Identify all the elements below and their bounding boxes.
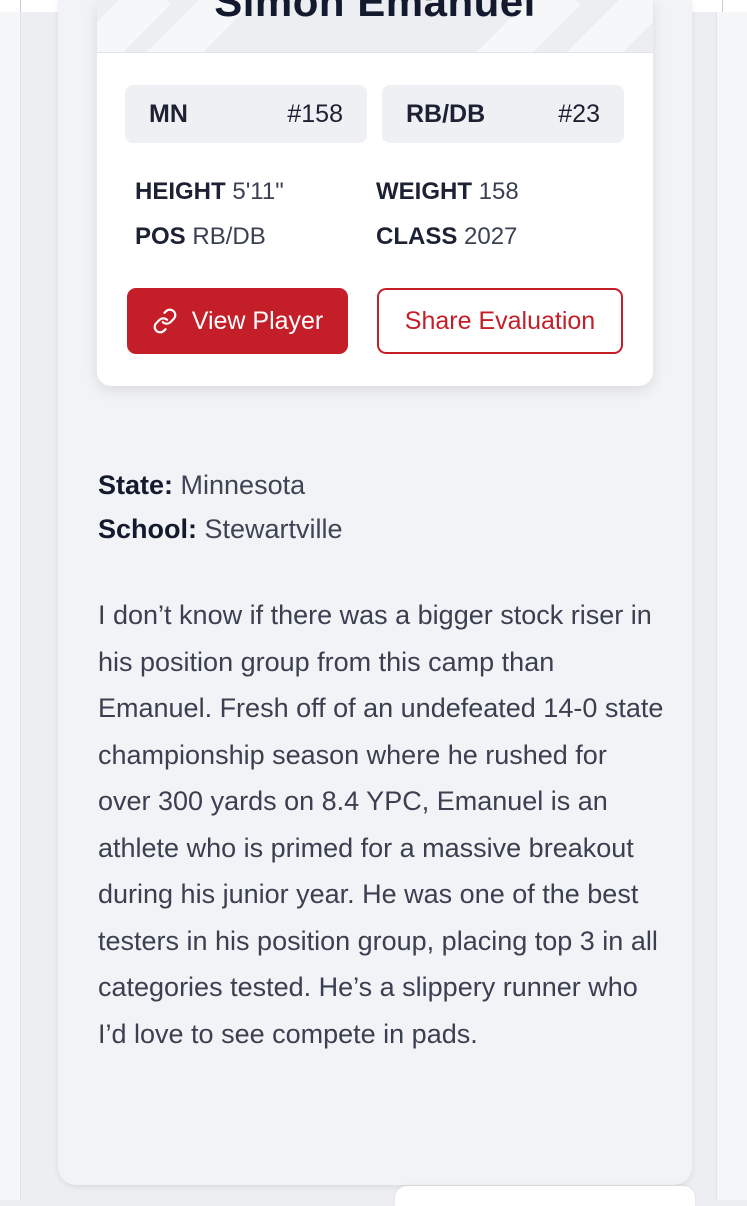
stat-weight: WEIGHT 158 — [376, 178, 519, 206]
stat-height-value: 5'11" — [232, 178, 284, 205]
position-rank: #23 — [558, 99, 600, 128]
stat-class-label: CLASS — [376, 223, 458, 250]
player-name: Simon Emanuel — [214, 0, 536, 25]
position-abbr: RB/DB — [406, 99, 486, 128]
info-state-value: Minnesota — [180, 470, 306, 500]
view-player-button[interactable]: View Player — [127, 288, 348, 354]
stat-pos: POS RB/DB — [135, 223, 266, 251]
stat-weight-label: WEIGHT — [376, 178, 472, 205]
stat-weight-value: 158 — [478, 178, 519, 205]
state-rank: #158 — [287, 99, 343, 128]
state-abbr: MN — [149, 99, 188, 128]
stat-height: HEIGHT 5'11" — [135, 178, 284, 206]
info-state: State: Minnesota — [98, 470, 305, 501]
top-bar-divider — [722, 0, 723, 12]
player-card: Simon Emanuel MN #158 RB/DB #23 HEIGHT 5… — [97, 0, 653, 386]
evaluation-text: I don’t know if there was a bigger stock… — [98, 600, 664, 1049]
stat-pos-label: POS — [135, 223, 186, 250]
stat-pos-value: RB/DB — [192, 223, 266, 250]
view-player-label: View Player — [191, 306, 324, 335]
info-school: School: Stewartville — [98, 514, 343, 545]
stat-height-label: HEIGHT — [135, 178, 226, 205]
share-evaluation-button[interactable]: Share Evaluation — [377, 288, 623, 354]
top-bar-divider — [20, 0, 21, 12]
stat-class: CLASS 2027 — [376, 223, 517, 251]
info-state-label: State: — [98, 470, 174, 500]
next-card-edge — [395, 1186, 695, 1206]
position-rank-badge: RB/DB #23 — [382, 85, 624, 143]
share-evaluation-label: Share Evaluation — [404, 306, 596, 335]
info-school-label: School: — [98, 514, 197, 544]
stat-class-value: 2027 — [464, 223, 518, 250]
link-icon — [153, 308, 177, 334]
header-divider — [97, 52, 653, 53]
page-rail-left — [0, 12, 21, 1200]
player-card-header: Simon Emanuel — [97, 0, 653, 52]
page-rail-right — [716, 12, 747, 1200]
state-rank-badge: MN #158 — [125, 85, 367, 143]
info-school-value: Stewartville — [204, 514, 343, 544]
